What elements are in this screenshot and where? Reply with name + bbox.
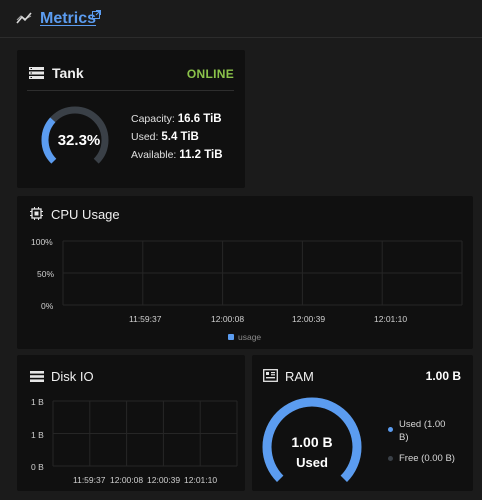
cpu-y-tick: 50% (37, 269, 55, 279)
ram-gauge-caption: Used (296, 455, 328, 470)
ram-legend-used-line1: Used (1.00 (399, 419, 446, 430)
cpu-y-tick: 0% (41, 301, 54, 311)
cpu-legend[interactable]: usage (228, 332, 261, 342)
disk-io-card: Disk IO 1 B 1 B 0 B 11:59:37 12:00:08 12… (17, 355, 245, 491)
ram-total: 1.00 B (425, 369, 461, 383)
ram-legend-used-line2: B) (399, 432, 409, 443)
used-label: Used: (131, 131, 159, 143)
disk-x-tick: 12:01:10 (184, 475, 218, 485)
disk-x-tick: 12:00:08 (110, 475, 144, 485)
legend-dot-used (388, 427, 393, 432)
cpu-x-tick: 11:59:37 (129, 314, 162, 324)
memory-icon (263, 369, 278, 382)
ram-card: RAM 1.00 B 1.00 B Used Used (1.00 B) Fre… (252, 355, 473, 491)
divider (27, 90, 234, 91)
trending-icon (16, 12, 32, 24)
pool-card-tank: Tank ONLINE 32.3% Capacity: 16.6 TiB Use… (17, 50, 245, 188)
legend-dot-free (388, 456, 393, 461)
available-stat: Available: 11.2 TiB (131, 149, 223, 161)
cpu-x-tick: 12:01:10 (374, 314, 408, 324)
cpu-chart-grid (62, 240, 463, 306)
metrics-link[interactable]: Metrics (40, 10, 96, 28)
capacity-label: Capacity: (131, 113, 175, 125)
disk-y-tick: 1 B (31, 397, 44, 407)
disk-x-tick: 12:00:39 (147, 475, 181, 485)
ram-legend-free: Free (0.00 B) (399, 453, 455, 464)
pool-name: Tank (52, 65, 84, 81)
cpu-usage-card: CPU Usage 100% 50% 0% 11:59:37 12:00:08 … (17, 196, 473, 349)
legend-label: usage (238, 332, 262, 342)
status-badge: ONLINE (186, 67, 234, 81)
ram-gauge-value: 1.00 B (291, 434, 333, 450)
storage-icon (29, 67, 44, 79)
disk-chart-grid (52, 400, 238, 467)
ram-card-title: RAM (285, 369, 314, 384)
used-value: 5.4 TiB (161, 131, 199, 143)
usage-gauge-fill (41, 117, 57, 164)
external-link-icon[interactable] (92, 10, 101, 19)
disk-y-tick: 0 B (31, 462, 44, 472)
page-header: Metrics (0, 0, 482, 38)
legend-swatch (228, 334, 234, 340)
cpu-x-tick: 12:00:39 (292, 314, 326, 324)
capacity-stat: Capacity: 16.6 TiB (131, 113, 222, 125)
available-value: 11.2 TiB (179, 149, 223, 161)
cpu-x-tick: 12:00:08 (211, 314, 245, 324)
disk-x-tick: 11:59:37 (73, 475, 106, 485)
cpu-y-tick: 100% (31, 237, 53, 247)
ram-legend-used: Used (1.00 B) (399, 418, 445, 444)
usage-percent: 32.3% (57, 132, 101, 149)
available-label: Available: (131, 149, 177, 161)
disk-y-tick: 1 B (31, 430, 44, 440)
capacity-value: 16.6 TiB (177, 113, 222, 125)
used-stat: Used: 5.4 TiB (131, 131, 199, 143)
